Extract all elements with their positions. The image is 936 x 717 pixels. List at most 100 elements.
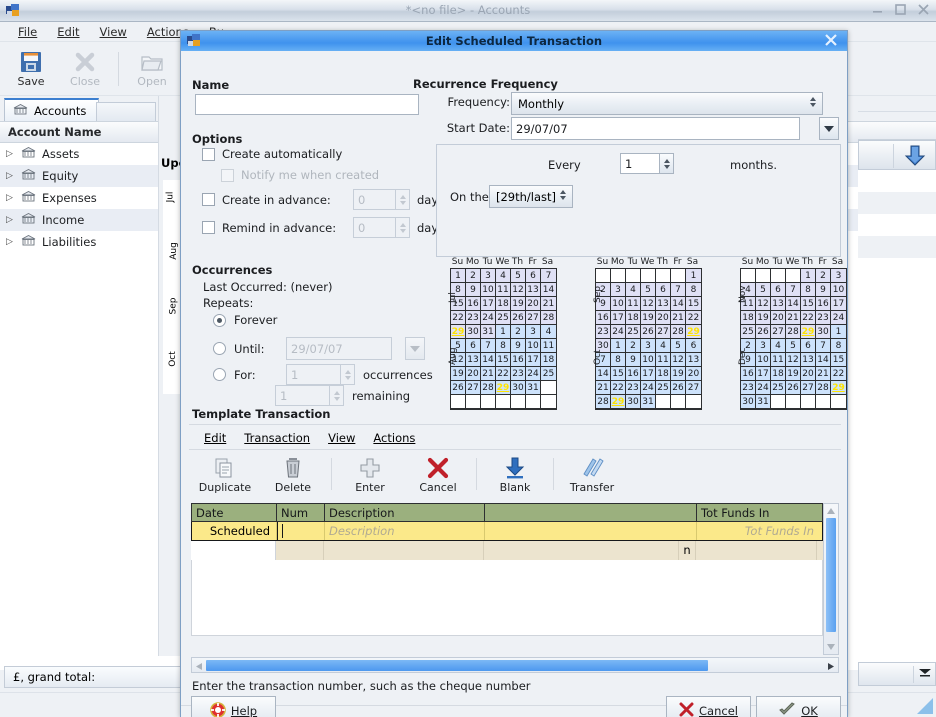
calendar-day[interactable] bbox=[816, 395, 831, 409]
calendar-day[interactable]: 4 bbox=[771, 339, 786, 353]
calendar-day[interactable]: 15 bbox=[496, 353, 511, 367]
calendar-day[interactable]: 5 bbox=[786, 339, 801, 353]
calendar-day[interactable]: 11 bbox=[626, 297, 641, 311]
calendar-day[interactable]: 1 bbox=[801, 269, 816, 283]
calendar-day[interactable]: 21 bbox=[816, 367, 831, 381]
calendar-day[interactable]: 5 bbox=[511, 269, 526, 283]
repeat-for-radio[interactable] bbox=[213, 368, 226, 381]
calendar-day[interactable]: 24 bbox=[831, 311, 846, 325]
calendar-day[interactable] bbox=[786, 395, 801, 409]
calendar-day[interactable]: 16 bbox=[816, 297, 831, 311]
calendar-day[interactable]: 8 bbox=[496, 339, 511, 353]
calendar-day[interactable]: 19 bbox=[756, 311, 771, 325]
calendar-day[interactable]: 1 bbox=[451, 269, 466, 283]
calendar-day[interactable]: 27 bbox=[686, 381, 701, 395]
calendar-day[interactable]: 10 bbox=[641, 353, 656, 367]
calendar-day-highlighted[interactable]: 29 bbox=[496, 381, 511, 395]
chevron-down-icon[interactable] bbox=[919, 669, 931, 682]
close-icon[interactable] bbox=[917, 3, 930, 16]
calendar-day[interactable]: 26 bbox=[786, 381, 801, 395]
calendar-day[interactable] bbox=[656, 269, 671, 283]
calendar-day[interactable]: 26 bbox=[671, 381, 686, 395]
calendar-day[interactable]: 11 bbox=[771, 353, 786, 367]
calendar-day[interactable]: 9 bbox=[466, 283, 481, 297]
calendar-day[interactable]: 6 bbox=[656, 283, 671, 297]
calendar-day[interactable]: 3 bbox=[756, 339, 771, 353]
tab-transactions[interactable] bbox=[96, 102, 156, 121]
horizontal-scroll-thumb[interactable] bbox=[206, 660, 708, 671]
calendar-day[interactable]: 13 bbox=[686, 353, 701, 367]
close-icon[interactable] bbox=[823, 32, 839, 50]
cell-blank[interactable] bbox=[484, 541, 679, 560]
main-titlebar[interactable]: *<no file> - Accounts bbox=[0, 0, 936, 22]
menu-file[interactable]: File bbox=[8, 23, 47, 41]
remind-in-advance-row[interactable]: Remind in advance: 0 days bbox=[202, 217, 444, 238]
on-the-combo[interactable]: [29th/last] bbox=[489, 185, 573, 208]
calendar-day[interactable]: 30 bbox=[816, 325, 831, 339]
repeat-remaining-input[interactable]: 1 bbox=[275, 385, 330, 406]
calendar-day[interactable]: 17 bbox=[611, 311, 626, 325]
calendar-day[interactable]: 19 bbox=[451, 367, 466, 381]
column-header-tot-funds-in[interactable]: Tot Funds In bbox=[697, 504, 818, 521]
register-vertical-scrollbar[interactable] bbox=[823, 503, 839, 655]
calendar-day[interactable]: 9 bbox=[816, 283, 831, 297]
remind-in-advance-days-input[interactable]: 0 bbox=[353, 217, 396, 238]
calendar-day[interactable]: 21 bbox=[671, 311, 686, 325]
scroll-left-icon[interactable] bbox=[195, 661, 204, 674]
calendar-day[interactable]: 25 bbox=[496, 311, 511, 325]
calendar-day[interactable]: 12 bbox=[641, 297, 656, 311]
calendar-day[interactable]: 21 bbox=[596, 381, 611, 395]
frequency-combo[interactable]: Monthly bbox=[511, 92, 823, 115]
menu-view[interactable]: View bbox=[90, 23, 137, 41]
calendar-grid[interactable]: 1234567891011121314151617181920212223242… bbox=[740, 268, 847, 410]
duplicate-button[interactable]: Duplicate bbox=[191, 455, 259, 494]
calendar-day[interactable]: 14 bbox=[816, 353, 831, 367]
calendar-day[interactable]: 13 bbox=[801, 353, 816, 367]
calendar-day[interactable]: 18 bbox=[741, 311, 756, 325]
calendar-day[interactable]: 3 bbox=[641, 339, 656, 353]
register-menu-transaction[interactable]: Transaction bbox=[235, 429, 319, 447]
calendar-day[interactable] bbox=[451, 395, 466, 409]
cell-date[interactable]: Scheduled bbox=[192, 522, 277, 540]
calendar-day[interactable]: 24 bbox=[611, 325, 626, 339]
cell-tot-funds-in[interactable] bbox=[696, 541, 817, 560]
column-header-blank[interactable] bbox=[485, 504, 697, 521]
calendar-day[interactable]: 1 bbox=[686, 269, 701, 283]
calendar-day[interactable] bbox=[686, 395, 701, 409]
calendar-day[interactable]: 26 bbox=[451, 381, 466, 395]
calendar-day[interactable]: 12 bbox=[671, 353, 686, 367]
enter-button[interactable]: Enter bbox=[336, 455, 404, 494]
tab-accounts[interactable]: Accounts bbox=[4, 98, 99, 121]
start-date-input[interactable]: 29/07/07 bbox=[511, 117, 800, 140]
blue-down-arrow-icon[interactable] bbox=[903, 145, 927, 170]
register-menu-edit[interactable]: Edit bbox=[195, 429, 235, 447]
name-input[interactable] bbox=[195, 94, 419, 115]
calendar-day[interactable]: 11 bbox=[496, 283, 511, 297]
calendar-day[interactable]: 14 bbox=[481, 353, 496, 367]
calendar-day[interactable] bbox=[526, 395, 541, 409]
calendar-day[interactable]: 25 bbox=[771, 381, 786, 395]
calendar-day[interactable]: 20 bbox=[771, 311, 786, 325]
calendar-day[interactable]: 2 bbox=[626, 339, 641, 353]
calendar-day[interactable] bbox=[656, 395, 671, 409]
delete-button[interactable]: Delete bbox=[259, 455, 327, 494]
cell-n-flag[interactable]: n bbox=[679, 541, 696, 560]
transfer-button[interactable]: Transfer bbox=[558, 455, 626, 494]
repeat-for-stepper[interactable] bbox=[341, 364, 355, 385]
dialog-titlebar[interactable]: Edit Scheduled Transaction bbox=[181, 31, 847, 51]
calendar-day[interactable]: 6 bbox=[686, 339, 701, 353]
calendar-day[interactable] bbox=[541, 381, 556, 395]
cell-num[interactable] bbox=[277, 522, 325, 540]
calendar-day[interactable]: 10 bbox=[481, 283, 496, 297]
resize-grip[interactable] bbox=[916, 697, 934, 715]
calendar-day[interactable]: 1 bbox=[611, 339, 626, 353]
repeat-remaining-row[interactable]: 1 remaining bbox=[275, 385, 410, 406]
calendar-day[interactable]: 23 bbox=[741, 381, 756, 395]
calendar-day[interactable]: 5 bbox=[641, 283, 656, 297]
repeat-remaining-stepper[interactable] bbox=[330, 385, 344, 406]
calendar-day[interactable]: 21 bbox=[786, 311, 801, 325]
calendar-day[interactable]: 20 bbox=[466, 367, 481, 381]
calendar-day[interactable]: 31 bbox=[481, 325, 496, 339]
calendar-day[interactable]: 11 bbox=[541, 339, 556, 353]
calendar-day[interactable]: 28 bbox=[481, 381, 496, 395]
